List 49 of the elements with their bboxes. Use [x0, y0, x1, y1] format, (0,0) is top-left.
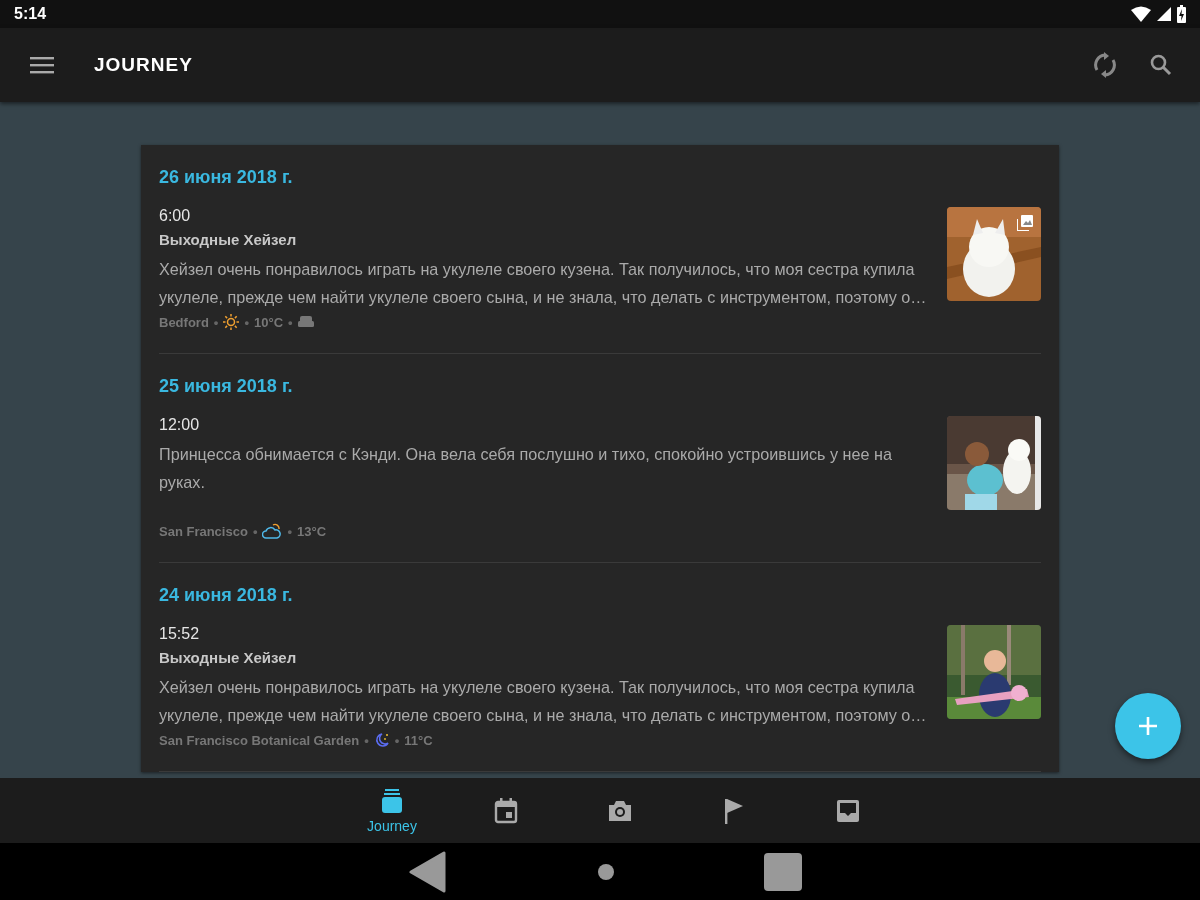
nav-tab[interactable]: Journey: [335, 778, 449, 843]
sun-icon: [223, 314, 240, 331]
journal-entry[interactable]: 12:00 Принцесса обнимается с Кэнди. Она вела себя послушно и тихо, спокойно устроившись у нее на руках. San Francisco • • 13°C: [159, 416, 1041, 542]
entry-title: Выходные Хейзел: [159, 230, 298, 250]
plus-icon: [1139, 717, 1157, 735]
calendar-icon: [494, 797, 518, 824]
signal-icon: [1157, 7, 1171, 21]
separator: •: [288, 314, 293, 330]
inbox-icon: [836, 798, 860, 823]
flag-icon: [724, 797, 744, 824]
date-heading: 25 июня 2018 г.: [159, 376, 294, 398]
wifi-icon: [1131, 6, 1151, 22]
sync-icon[interactable]: [1094, 52, 1116, 78]
separator: •: [252, 523, 258, 539]
sofa-icon: [297, 316, 314, 329]
date-heading: 24 июня 2018 г.: [159, 585, 294, 607]
meta-text: San Francisco Botanical Garden: [159, 732, 360, 748]
entry-time: 15:52: [159, 625, 201, 644]
separator: •: [364, 732, 369, 748]
back-icon[interactable]: [408, 850, 448, 893]
app-title: JOURNEY: [94, 54, 193, 76]
meta-text: 10°C: [253, 314, 283, 330]
search-icon[interactable]: [1150, 54, 1172, 76]
stack-icon: [379, 787, 405, 814]
date-heading: 26 июня 2018 г.: [159, 167, 294, 189]
entry-time: 6:00: [159, 207, 192, 226]
entry-title: Выходные Хейзел: [159, 648, 298, 668]
meta-text: San Francisco: [159, 523, 248, 539]
separator: •: [394, 732, 400, 748]
meta-text: 11°C: [404, 732, 433, 748]
separator: •: [287, 523, 292, 539]
home-icon[interactable]: [598, 863, 614, 880]
entry-text: Принцесса обнимается с Кэнди. Она вела себя послушно и тихо, спокойно устроившись у нее на руках.: [159, 444, 893, 493]
entry-text: Хейзел очень понравилось играть на укулеле своего кузена. Так получилось, что моя сестра купила укулеле, прежде чем найти укулеле своего сына, и не знала, что делать с инструментом, поэтому о…: [159, 677, 928, 727]
journal-entry[interactable]: [159, 207, 1041, 333]
battery-icon: [1177, 5, 1186, 23]
add-button[interactable]: [1115, 693, 1181, 759]
menu-icon[interactable]: [30, 56, 54, 74]
recents-icon[interactable]: [764, 852, 802, 891]
meta-text: 13°C: [297, 523, 327, 539]
entry-text: Хейзел очень понравилось играть на укулеле своего кузена. Так получилось, что моя сестра купила укулеле, прежде чем найти укулеле своего сына, и не знала, что делать с инструментом, поэтому о…: [159, 259, 928, 309]
camera-icon: [607, 798, 633, 823]
moon-icon: [373, 732, 390, 749]
entry-time: 12:00: [159, 416, 201, 435]
separator: •: [213, 314, 219, 330]
meta-text: Bedford: [159, 314, 209, 330]
separator: •: [244, 314, 249, 330]
status-time: 5:14: [14, 5, 47, 23]
cloud-sun-icon: [262, 523, 283, 539]
